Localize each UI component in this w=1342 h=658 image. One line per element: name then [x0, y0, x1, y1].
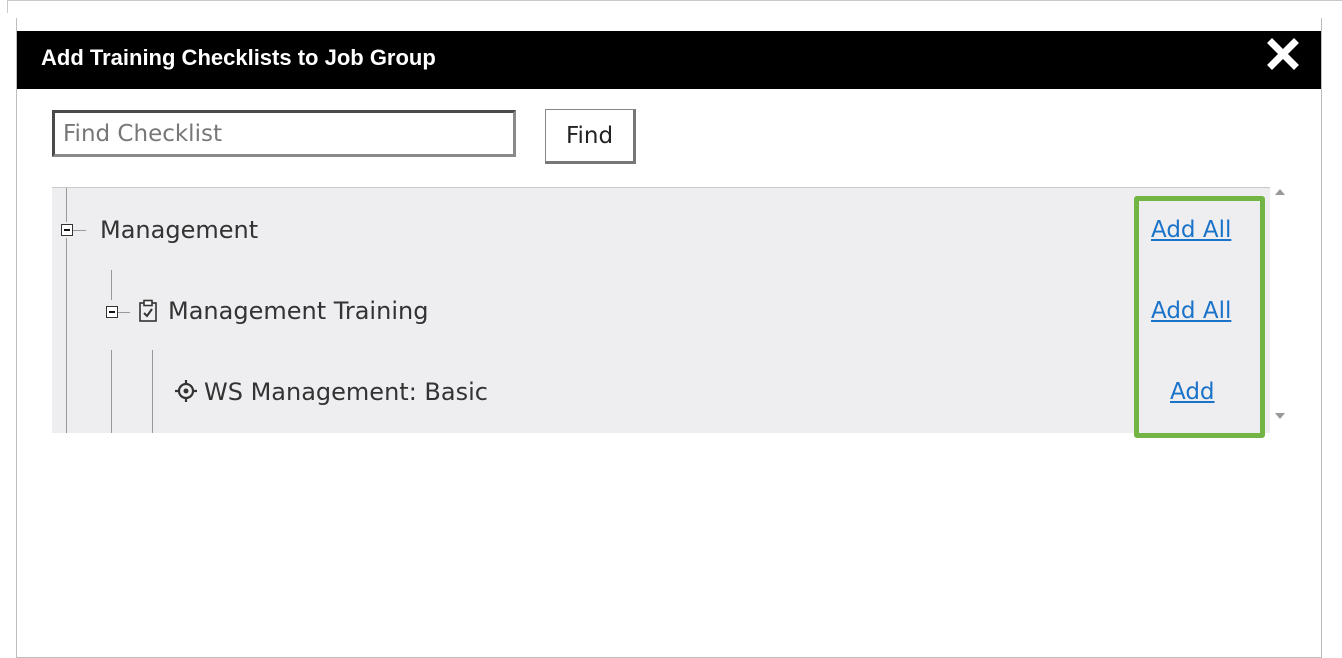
tree-connector-line: [72, 230, 86, 231]
dialog-title: Add Training Checklists to Job Group: [41, 45, 436, 70]
dialog-titlebar: Add Training Checklists to Job Group: [17, 31, 1321, 89]
tree-connector-line: [111, 350, 112, 433]
tree-node-management-training[interactable]: Management Training: [168, 297, 428, 325]
find-checklist-input[interactable]: [52, 110, 516, 157]
tree-scrollbar[interactable]: [1270, 187, 1290, 432]
collapse-icon[interactable]: [106, 306, 118, 318]
tree-node-management[interactable]: Management: [100, 216, 258, 244]
scroll-up-icon[interactable]: [1275, 189, 1285, 195]
tree-connector-line: [66, 188, 67, 222]
target-icon: [174, 379, 198, 407]
add-ws-management-basic-link[interactable]: Add: [1170, 379, 1215, 405]
collapse-icon[interactable]: [61, 224, 73, 236]
tree-connector-line: [118, 312, 130, 313]
close-icon[interactable]: [1263, 33, 1303, 77]
scroll-down-icon[interactable]: [1275, 413, 1285, 419]
add-all-management-training-link[interactable]: Add All: [1151, 298, 1231, 324]
checklist-icon: [138, 299, 158, 327]
add-all-management-link[interactable]: Add All: [1151, 217, 1231, 243]
tree-connector-line: [66, 238, 67, 433]
checklist-tree: Management Management Training WS Manage…: [52, 187, 1270, 433]
dialog-outer-border: [7, 0, 1342, 13]
tree-connector-line: [152, 350, 153, 433]
find-button[interactable]: Find: [545, 109, 636, 164]
tree-node-ws-management-basic[interactable]: WS Management: Basic: [204, 378, 488, 406]
tree-connector-line: [111, 270, 112, 300]
